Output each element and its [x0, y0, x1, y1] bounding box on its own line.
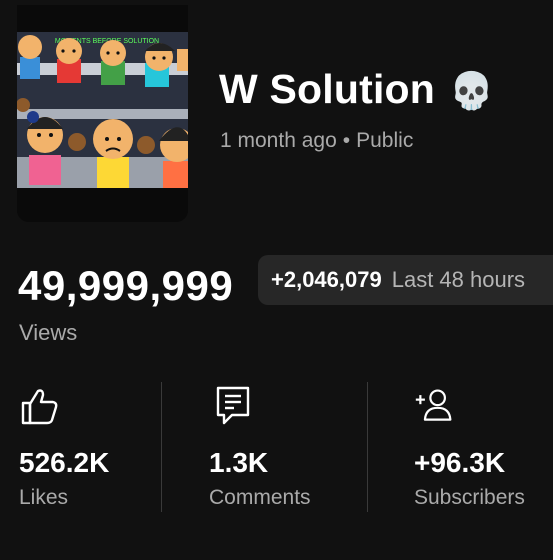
comment-icon — [216, 386, 250, 425]
comments-label: Comments — [209, 486, 311, 509]
thumbs-up-icon — [21, 389, 58, 425]
video-thumbnail[interactable]: MOMENTS BEFORE SOLUTION — [17, 5, 188, 222]
video-title-text: W Solution — [219, 66, 436, 112]
views-delta-value: +2,046,079 — [271, 267, 382, 292]
subscribers-value: +96.3K — [414, 447, 506, 478]
likes-value: 526.2K — [19, 447, 110, 478]
upload-age: 1 month ago — [220, 129, 337, 152]
stat-divider — [161, 382, 162, 512]
visibility-status: Public — [356, 129, 414, 152]
video-title: W Solution 💀 — [219, 66, 494, 113]
meta-separator: • — [342, 129, 351, 152]
likes-label: Likes — [19, 486, 69, 509]
views-label: Views — [19, 320, 78, 345]
stat-divider — [367, 382, 368, 512]
views-delta-pill: +2,046,079 Last 48 hours — [258, 255, 553, 305]
views-count: 49,999,999 — [18, 262, 234, 309]
skull-emoji: 💀 — [449, 70, 495, 111]
add-person-icon — [415, 389, 452, 421]
comments-value: 1.3K — [209, 447, 269, 478]
subscribers-label: Subscribers — [414, 486, 525, 509]
video-meta: 1 month ago • Public — [220, 129, 413, 153]
views-delta-label: Last 48 hours — [391, 267, 526, 292]
